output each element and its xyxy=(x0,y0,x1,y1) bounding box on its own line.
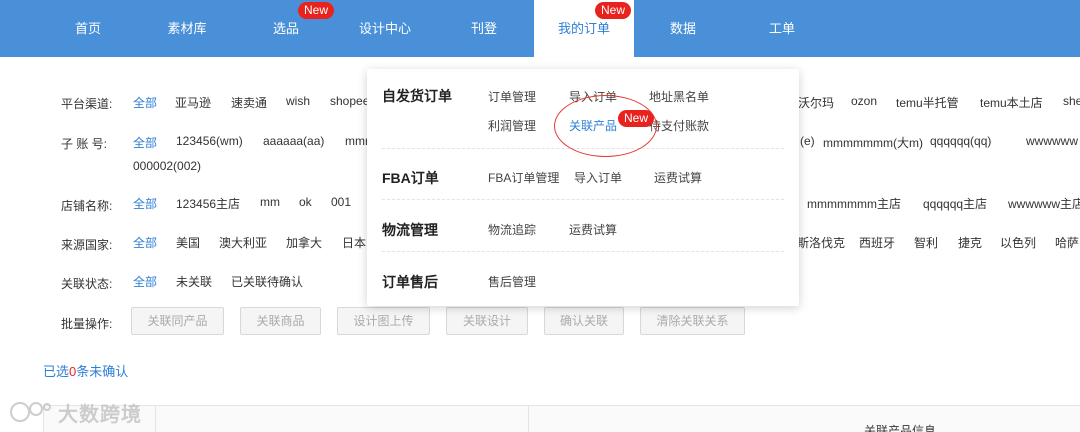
platform-option[interactable]: temu本土店 xyxy=(980,94,1043,111)
new-badge: New xyxy=(595,2,632,19)
link-same-product-button[interactable]: 关联同产品 xyxy=(131,307,224,335)
country-option[interactable]: 美国 xyxy=(176,234,200,251)
table-header-divider xyxy=(528,405,529,432)
subaccount-option[interactable]: qqqqqq(qq) xyxy=(930,134,991,148)
nav-item-material-library[interactable]: 素材库 xyxy=(147,0,227,57)
shop-option[interactable]: ok xyxy=(299,195,312,209)
link-design-button[interactable]: 关联设计 xyxy=(446,307,528,335)
platform-option[interactable]: temu半托管 xyxy=(896,94,959,111)
subaccount-option[interactable]: mmr xyxy=(345,134,369,148)
selected-summary: 已选0条未确认 xyxy=(43,361,128,380)
menu-item-fba-order-management[interactable]: FBA订单管理 xyxy=(488,169,559,186)
nav-item-tickets[interactable]: 工单 xyxy=(742,0,822,57)
country-option[interactable]: 日本 xyxy=(342,234,366,251)
link-status-option-all[interactable]: 全部 xyxy=(133,273,157,290)
dropdown-group-title-fba-orders: FBA订单 xyxy=(382,170,439,186)
subaccount-option[interactable]: aaaaaa(aa) xyxy=(263,134,324,148)
shop-option[interactable]: 123456主店 xyxy=(176,195,240,212)
upload-design-button[interactable]: 设计图上传 xyxy=(337,307,430,335)
top-nav: 首页 素材库 选品 New 设计中心 刊登 我的订单 New 数据 工单 xyxy=(0,0,1080,57)
dropdown-group-title-self-ship-orders: 自发货订单 xyxy=(382,88,452,104)
shop-option[interactable]: qqqqqq主店 xyxy=(923,195,987,212)
dropdown-separator xyxy=(382,199,784,200)
country-option[interactable]: 以色列 xyxy=(1000,234,1036,251)
clear-link-button[interactable]: 清除关联关系 xyxy=(640,307,745,335)
nav-item-data[interactable]: 数据 xyxy=(643,0,723,57)
link-goods-button[interactable]: 关联商品 xyxy=(240,307,321,335)
table-header-divider xyxy=(155,405,156,432)
batch-label: 批量操作: xyxy=(61,317,113,331)
platform-option[interactable]: shopee xyxy=(330,94,369,108)
country-option[interactable]: 捷克 xyxy=(958,234,982,251)
subaccount-option[interactable]: 000002(002) xyxy=(133,159,201,173)
menu-item-import-orders[interactable]: 导入订单 xyxy=(569,88,617,105)
country-option[interactable]: 西班牙 xyxy=(859,234,895,251)
platform-option[interactable]: ozon xyxy=(851,94,877,108)
dropdown-group-title-after-sales: 订单售后 xyxy=(382,274,438,290)
confirm-link-button[interactable]: 确认关联 xyxy=(544,307,624,335)
menu-item-fba-shipping-estimate[interactable]: 运费试算 xyxy=(654,169,702,186)
watermark-text: 大数跨境 xyxy=(58,403,142,426)
menu-item-after-sales-management[interactable]: 售后管理 xyxy=(488,273,536,290)
platform-option[interactable]: 沃尔玛 xyxy=(798,94,834,111)
nav-item-design-center[interactable]: 设计中心 xyxy=(345,0,425,57)
platform-option[interactable]: 速卖通 xyxy=(231,94,267,111)
menu-item-address-blacklist[interactable]: 地址黑名单 xyxy=(649,88,709,105)
new-badge: New xyxy=(618,110,655,127)
new-badge: New xyxy=(298,2,335,19)
watermark-logo-icon xyxy=(10,402,51,422)
dropdown-separator xyxy=(382,148,784,149)
shop-option[interactable]: mmmmmmm主店 xyxy=(807,195,901,212)
menu-item-order-management[interactable]: 订单管理 xyxy=(488,88,536,105)
menu-item-profit-management[interactable]: 利润管理 xyxy=(488,117,536,134)
nav-item-home[interactable]: 首页 xyxy=(48,0,128,57)
dropdown-separator xyxy=(382,251,784,252)
menu-item-shipping-estimate[interactable]: 运费试算 xyxy=(569,221,617,238)
subaccount-option[interactable]: mmmmmmm(大m) xyxy=(823,134,923,151)
shop-option[interactable]: mm xyxy=(260,195,280,209)
subaccount-option-all[interactable]: 全部 xyxy=(133,134,157,151)
menu-item-fba-import-orders[interactable]: 导入订单 xyxy=(574,169,622,186)
watermark: 大数跨境 xyxy=(8,397,142,427)
dropdown-group-title-logistics: 物流管理 xyxy=(382,222,438,238)
country-option[interactable]: 斯洛伐克 xyxy=(797,234,845,251)
link-status-option[interactable]: 未关联 xyxy=(176,273,212,290)
shop-option-all[interactable]: 全部 xyxy=(133,195,157,212)
subaccount-label: 子 账 号: xyxy=(61,137,108,151)
platform-option[interactable]: 亚马逊 xyxy=(175,94,211,111)
platform-option-all[interactable]: 全部 xyxy=(133,94,157,111)
platform-option[interactable]: wish xyxy=(286,94,310,108)
country-option[interactable]: 智利 xyxy=(914,234,938,251)
country-option[interactable]: 加拿大 xyxy=(286,234,322,251)
country-option[interactable]: 澳大利亚 xyxy=(219,234,267,251)
my-orders-dropdown: 自发货订单 订单管理 导入订单 地址黑名单 利润管理 关联产品 待支付账款 Ne… xyxy=(367,69,799,306)
subaccount-option[interactable]: wwwwww xyxy=(1026,134,1078,148)
country-option[interactable]: 哈萨 xyxy=(1055,234,1079,251)
menu-item-logistics-tracking[interactable]: 物流追踪 xyxy=(488,221,536,238)
country-label: 来源国家: xyxy=(61,238,113,252)
selected-suffix: 条未确认 xyxy=(76,364,129,379)
subaccount-option[interactable]: 123456(wm) xyxy=(176,134,243,148)
platform-label: 平台渠道: xyxy=(61,97,113,111)
menu-item-pending-payments[interactable]: 待支付账款 xyxy=(649,117,709,134)
shop-label: 店铺名称: xyxy=(61,199,113,213)
link-status-label: 关联状态: xyxy=(61,277,113,291)
shop-option[interactable]: wwwwww主店 xyxy=(1008,195,1080,212)
subaccount-option[interactable]: (e) xyxy=(800,134,815,148)
country-option-all[interactable]: 全部 xyxy=(133,234,157,251)
link-status-option[interactable]: 已关联待确认 xyxy=(231,273,303,290)
selected-prefix: 已选 xyxy=(43,364,70,379)
platform-option[interactable]: she xyxy=(1063,94,1080,108)
shop-option[interactable]: 001 xyxy=(331,195,351,209)
nav-item-listing[interactable]: 刊登 xyxy=(444,0,524,57)
table-header-linked-product-info: 关联产品信息 xyxy=(864,424,937,432)
menu-item-linked-products[interactable]: 关联产品 xyxy=(569,117,617,134)
